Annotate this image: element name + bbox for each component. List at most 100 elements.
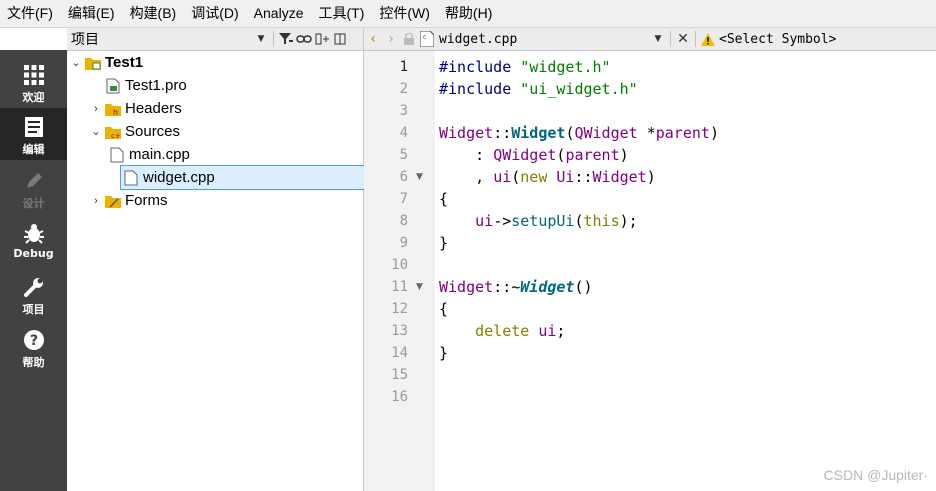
menu-help[interactable]: 帮助(H) — [438, 0, 500, 27]
forms-folder-icon — [105, 193, 121, 209]
project-toolbar: 项目 ▼ — [67, 28, 364, 51]
tree-item-forms[interactable]: › Forms — [89, 189, 168, 212]
expand-arrow-icon[interactable]: › — [89, 103, 103, 115]
svg-text:c: c — [423, 34, 426, 41]
mode-label: 设计 — [22, 197, 45, 210]
svg-text:h: h — [113, 108, 118, 117]
mode-label: 欢迎 — [22, 91, 45, 104]
menu-widgets[interactable]: 控件(W) — [372, 0, 438, 27]
filter-icon[interactable] — [277, 29, 295, 49]
file-dropdown-icon[interactable]: ▼ — [649, 29, 667, 49]
line-number: 4 — [399, 125, 408, 141]
code-line: Widget::~Widget() — [439, 278, 593, 296]
tree-item-label: widget.cpp — [143, 169, 215, 186]
code-editor[interactable]: 1 2 3 4 5 6 7 8 9 10 11 12 13 14 15 16 ▼… — [364, 51, 936, 491]
bug-icon — [23, 220, 45, 246]
line-number: 6 — [399, 169, 408, 185]
mode-projects[interactable]: 项目 — [0, 268, 67, 320]
tree-item-label: main.cpp — [129, 146, 190, 163]
tree-item-pro[interactable]: Test1.pro — [89, 74, 187, 97]
wrench-icon — [23, 274, 44, 300]
close-split-icon[interactable] — [331, 29, 349, 49]
headers-folder-icon: h — [105, 101, 121, 117]
tree-item-label: Test1.pro — [125, 77, 187, 94]
view-dropdown-icon[interactable]: ▼ — [252, 29, 270, 49]
project-folder-icon — [85, 55, 101, 71]
line-number: 12 — [391, 301, 408, 317]
code-line: } — [439, 344, 449, 362]
line-number: 14 — [391, 345, 408, 361]
menu-analyze[interactable]: Analyze — [247, 0, 312, 27]
menu-tools[interactable]: 工具(T) — [311, 0, 372, 27]
code-line: #include "ui_widget.h" — [439, 80, 638, 98]
line-number: 9 — [399, 235, 408, 251]
line-number: 5 — [399, 147, 408, 163]
line-number: 7 — [399, 191, 408, 207]
menu-file[interactable]: 文件(F) — [0, 0, 61, 27]
mode-label: 项目 — [22, 303, 45, 316]
pencil-icon — [24, 168, 44, 194]
grid-icon — [23, 62, 44, 88]
mode-design[interactable]: 设计 — [0, 162, 67, 214]
help-icon: ? — [23, 327, 44, 353]
close-file-icon[interactable]: ✕ — [674, 29, 692, 49]
tree-item-headers[interactable]: › h Headers — [89, 97, 182, 120]
tree-item-widget[interactable]: widget.cpp — [120, 165, 366, 190]
code-line: , ui(new Ui::Widget) — [439, 168, 656, 186]
expand-arrow-icon[interactable]: › — [89, 195, 103, 207]
expand-arrow-icon[interactable]: ⌄ — [69, 56, 83, 69]
line-number: 3 — [399, 103, 408, 119]
menu-build[interactable]: 构建(B) — [123, 0, 185, 27]
separator — [273, 31, 274, 47]
code-line: #include "widget.h" — [439, 58, 611, 76]
tree-item-label: Forms — [125, 192, 168, 209]
separator — [670, 31, 671, 47]
watermark: CSDN @Jupiter· — [823, 467, 928, 483]
code-line: { — [439, 300, 449, 318]
tree-item-main[interactable]: main.cpp — [107, 143, 190, 166]
project-view-title: 项目 — [71, 31, 99, 47]
document-icon — [24, 114, 43, 140]
mode-label: 编辑 — [22, 143, 45, 156]
cpp-file-icon — [123, 170, 139, 186]
cpp-file-icon — [109, 147, 125, 163]
fold-marker-icon[interactable]: ▼ — [416, 166, 423, 188]
code-line: delete ui; — [475, 322, 566, 340]
link-icon[interactable] — [295, 29, 313, 49]
fold-marker-icon[interactable]: ▼ — [416, 276, 423, 298]
expand-arrow-icon[interactable]: ⌄ — [89, 125, 103, 138]
mode-welcome[interactable]: 欢迎 — [0, 56, 67, 108]
code-line: Widget::Widget(QWidget *parent) — [439, 124, 719, 142]
tree-item-label: Test1 — [105, 54, 144, 71]
mode-label: 帮助 — [22, 356, 45, 369]
line-number: 1 — [399, 59, 408, 75]
menu-edit[interactable]: 编辑(E) — [61, 0, 123, 27]
mode-debug[interactable]: Debug — [0, 214, 67, 266]
tree-item-label: Sources — [125, 123, 181, 140]
menu-bar: 文件(F) 编辑(E) 构建(B) 调试(D) Analyze 工具(T) 控件… — [0, 0, 936, 28]
symbol-selector[interactable]: <Select Symbol> — [719, 32, 836, 47]
editor-filename[interactable]: widget.cpp — [439, 32, 649, 47]
tree-item-project[interactable]: ⌄ Test1 — [69, 51, 143, 74]
pro-file-icon — [105, 78, 121, 94]
line-number: 15 — [391, 367, 408, 383]
editor-toolbar: ‹ › c widget.cpp ▼ ✕ <Select Symbol> — [364, 28, 936, 51]
code-line: } — [439, 234, 449, 252]
mode-edit[interactable]: 编辑 — [0, 108, 67, 160]
tree-item-sources[interactable]: ⌄ c+ Sources — [89, 120, 180, 143]
nav-forward-icon[interactable]: › — [382, 29, 400, 49]
line-number-gutter: 1 2 3 4 5 6 7 8 9 10 11 12 13 14 15 16 ▼… — [364, 51, 435, 491]
line-number: 11 — [391, 279, 408, 295]
code-line: { — [439, 190, 449, 208]
line-number: 8 — [399, 213, 408, 229]
tree-item-label: Headers — [125, 100, 182, 117]
sources-folder-icon: c+ — [105, 124, 121, 140]
line-number: 10 — [391, 257, 408, 273]
split-icon[interactable] — [313, 29, 331, 49]
nav-back-icon[interactable]: ‹ — [364, 29, 382, 49]
menu-debug[interactable]: 调试(D) — [184, 0, 246, 27]
mode-help[interactable]: ? 帮助 — [0, 321, 67, 373]
line-number: 2 — [399, 81, 408, 97]
